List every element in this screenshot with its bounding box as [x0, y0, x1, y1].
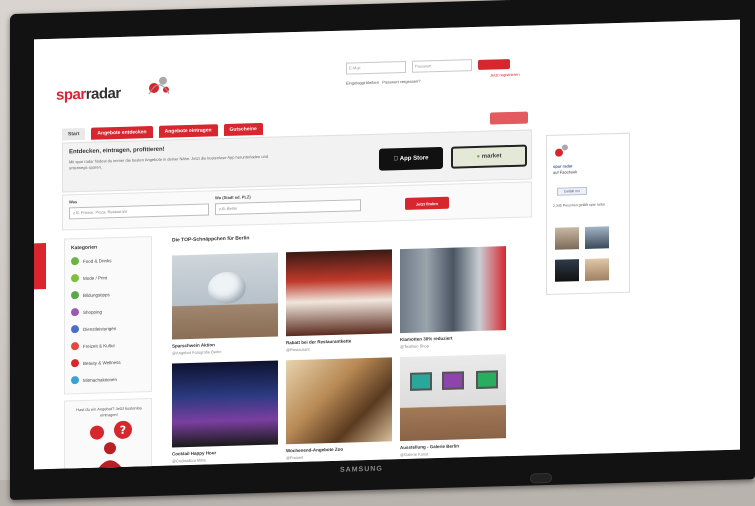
webpage: sparradar E-Mail Passwort Eingeloggt ble… [34, 19, 740, 470]
deal-subtitle: @Galerie Kunst [400, 451, 429, 458]
android-market-badge[interactable]: ● market [451, 144, 527, 169]
tab-start[interactable]: Start [62, 127, 86, 141]
facebook-widget-logo-icon [555, 144, 568, 157]
category-label: Mitmachaktionen [83, 376, 118, 383]
what-label: Was [69, 199, 78, 205]
deal-image[interactable] [172, 360, 278, 448]
search-button[interactable]: Jetzt finden [405, 196, 449, 210]
sidebar-category-item[interactable]: Shopping [71, 307, 103, 317]
site-logo[interactable]: sparradar [56, 85, 121, 104]
where-label: Wo (Stadt od. PLZ) [215, 194, 251, 201]
deal-card[interactable]: Cocktail Happy Hour @Cocktailbar Mitte [172, 360, 278, 464]
login-button[interactable] [478, 59, 510, 70]
category-label: Freizeit & Kultur [83, 342, 116, 349]
deal-card[interactable]: Klamotten 30% reduziert @Textilien Shop [400, 246, 506, 349]
category-sidebar: Kategorien Food & Drinks Mode / Print Bild… [64, 236, 152, 395]
category-label: Food & Drinks [83, 257, 112, 264]
category-icon [71, 359, 79, 368]
deal-card[interactable]: Ausstellung - Galerie Berlin @Galerie Kun… [400, 354, 506, 457]
deal-image[interactable] [172, 252, 278, 340]
category-label: Dienstleistungen [83, 325, 117, 332]
category-icon [71, 325, 79, 334]
category-icon [71, 342, 79, 351]
app-store-label: App Store [397, 155, 429, 163]
power-button[interactable] [530, 472, 552, 484]
help-box[interactable]: Hast du ein Angebot? Jetzt kostenlos ein… [64, 398, 152, 470]
main-section-title: Die TOP-Schnäppchen für Berlin [172, 235, 250, 244]
fan-avatar[interactable] [555, 259, 579, 282]
tab-discover[interactable]: Angebote entdecken [91, 126, 153, 140]
sidebar-category-item[interactable]: Bildungstipps [71, 290, 110, 300]
fan-avatar[interactable] [585, 258, 609, 281]
painting-frame [410, 372, 432, 391]
header-action-button[interactable] [490, 111, 528, 125]
sidebar-category-item[interactable]: Mode / Print [71, 273, 108, 283]
facebook-like-button[interactable]: Gefällt mir [557, 186, 587, 196]
svg-text:?: ? [120, 424, 126, 437]
deal-card[interactable]: Rabatt bei der Restaurantkette @Restauran… [286, 249, 392, 352]
feedback-tab[interactable] [34, 242, 46, 290]
promo-title: Entdecken, eintragen, profitieren! [69, 146, 165, 156]
piggy-bank-icon [208, 271, 246, 305]
category-icon [71, 257, 79, 266]
deal-image[interactable] [400, 246, 506, 334]
tv-screen: sparradar E-Mail Passwort Eingeloggt ble… [34, 19, 740, 470]
password-field[interactable]: Passwort [412, 59, 472, 73]
facebook-fans-text: 2.345 Personen gefällt spar radar. [553, 202, 606, 208]
facebook-widget-text: spar radar auf Facebook [553, 163, 577, 176]
facebook-page-sub: auf Facebook [553, 169, 578, 175]
tab-vouchers[interactable]: Gutscheine [223, 122, 263, 137]
deal-card[interactable]: Sparschwein Aktion @Angebot Fotografie Be… [172, 252, 278, 356]
logo-mark-icon [148, 76, 170, 95]
sidebar-category-item[interactable]: Dienstleistungen [71, 324, 117, 334]
deal-card[interactable]: Wochenend-Angebote Zoo @Freizeit [286, 357, 392, 460]
signup-link[interactable]: Jetzt registrieren [490, 72, 520, 78]
market-label: market [481, 153, 502, 160]
facebook-widget: spar radar auf Facebook Gefällt mir 2.34… [546, 132, 630, 296]
fan-avatar[interactable] [555, 227, 579, 250]
category-label: Beauty & Wellness [83, 359, 121, 366]
categories-title: Kategorien [71, 244, 98, 252]
tab-submit[interactable]: Angebote eintragen [158, 124, 218, 138]
remember-checkbox-label[interactable]: Eingeloggt bleiben [346, 80, 379, 86]
what-input[interactable]: z.B. Friseur, Pizza, Restaurant [69, 203, 209, 220]
category-icon [71, 376, 79, 385]
logo-text-right: radar [85, 84, 121, 103]
sidebar-category-item[interactable]: Mitmachaktionen [71, 375, 118, 385]
tv-monitor: sparradar E-Mail Passwort Eingeloggt ble… [10, 0, 755, 500]
category-icon [71, 274, 79, 283]
category-icon [71, 308, 79, 317]
where-input[interactable]: z.B. Berlin [215, 199, 361, 216]
app-store-badge[interactable]:  App Store [379, 146, 443, 171]
deal-subtitle: @Freizeit [286, 454, 304, 461]
sidebar-category-item[interactable]: Freizeit & Kultur [71, 341, 116, 351]
forgot-password-link[interactable]: Passwort vergessen? [382, 79, 420, 85]
category-icon [71, 291, 79, 300]
deal-subtitle: @Cocktailbar Mitte [172, 457, 206, 464]
logo-text-left: spar [56, 85, 86, 104]
sidebar-category-item[interactable]: Beauty & Wellness [71, 358, 121, 368]
category-label: Bildungstipps [83, 291, 110, 298]
sidebar-category-item[interactable]: Food & Drinks [71, 256, 112, 266]
deal-image[interactable] [286, 357, 392, 445]
tv-brand-label: SAMSUNG [340, 465, 383, 474]
painting-frame [476, 370, 498, 389]
deal-image[interactable] [286, 249, 392, 337]
deal-image[interactable] [400, 354, 506, 442]
deal-subtitle: @Textilien Shop [400, 343, 429, 350]
deal-subtitle: @Restaurant [286, 346, 310, 353]
fan-avatar[interactable] [585, 226, 609, 249]
promo-text: Mit spar radar findest du immer die best… [69, 153, 269, 171]
email-field[interactable]: E-Mail [346, 60, 406, 75]
category-label: Shopping [83, 308, 103, 315]
painting-frame [442, 371, 464, 390]
category-label: Mode / Print [83, 274, 108, 281]
login-form: E-Mail Passwort [346, 58, 510, 75]
login-links: Eingeloggt bleiben Passwort vergessen? [346, 79, 421, 86]
help-text: Hast du ein Angebot? Jetzt kostenlos ein… [76, 405, 142, 418]
deal-subtitle: @Angebot Fotografie Berlin [172, 349, 222, 356]
question-person-icon: ? [90, 420, 132, 469]
